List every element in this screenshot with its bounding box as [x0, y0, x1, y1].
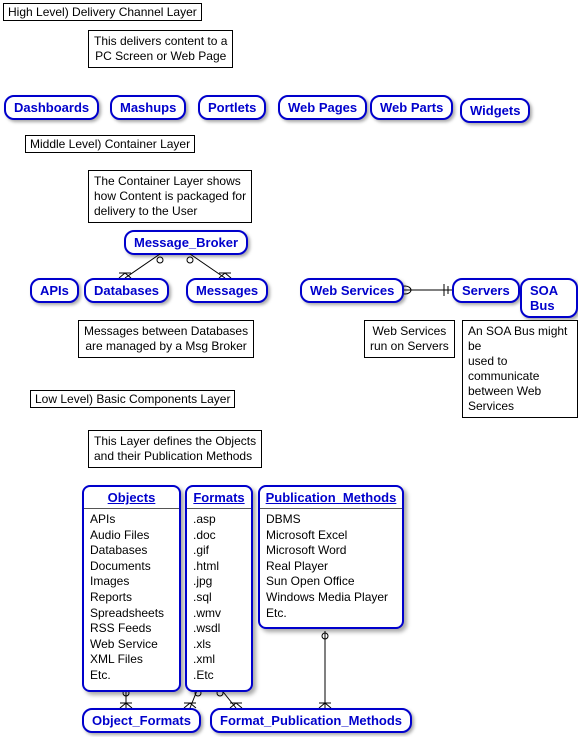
node-apis: APIs — [30, 278, 79, 303]
low-level-desc: This Layer defines the Objectsand their … — [88, 430, 262, 468]
node-servers: Servers — [452, 278, 520, 303]
entity-objects: Objects APIsAudio FilesDatabasesDocument… — [82, 485, 181, 692]
entity-formats: Formats .asp.doc.gif.html.jpg.sql.wmv.ws… — [185, 485, 253, 692]
entity-publication-methods-title: Publication_Methods — [260, 487, 402, 509]
entity-publication-methods: Publication_Methods DBMSMicrosoft ExcelM… — [258, 485, 404, 629]
entity-formats-body: .asp.doc.gif.html.jpg.sql.wmv.wsdl.xls.x… — [187, 509, 251, 690]
node-soa-bus: SOA Bus — [520, 278, 578, 318]
note-soa-comm: An SOA Bus might beused to communicatebe… — [462, 320, 578, 418]
entity-objects-title: Objects — [84, 487, 179, 509]
note-ws-servers: Web Servicesrun on Servers — [364, 320, 455, 358]
diagram-canvas: High Level) Delivery Channel Layer This … — [0, 0, 578, 737]
entity-formats-title: Formats — [187, 487, 251, 509]
low-level-title: Low Level) Basic Components Layer — [30, 390, 235, 408]
node-web-services: Web Services — [300, 278, 404, 303]
entity-format-publication-methods: Format_Publication_Methods — [210, 708, 412, 733]
node-messages: Messages — [186, 278, 268, 303]
node-databases: Databases — [84, 278, 169, 303]
entity-publication-methods-body: DBMSMicrosoft ExcelMicrosoft WordReal Pl… — [260, 509, 402, 627]
note-msg-broker: Messages between Databasesare managed by… — [78, 320, 254, 358]
entity-object-formats: Object_Formats — [82, 708, 201, 733]
entity-objects-body: APIsAudio FilesDatabasesDocumentsImagesR… — [84, 509, 179, 690]
